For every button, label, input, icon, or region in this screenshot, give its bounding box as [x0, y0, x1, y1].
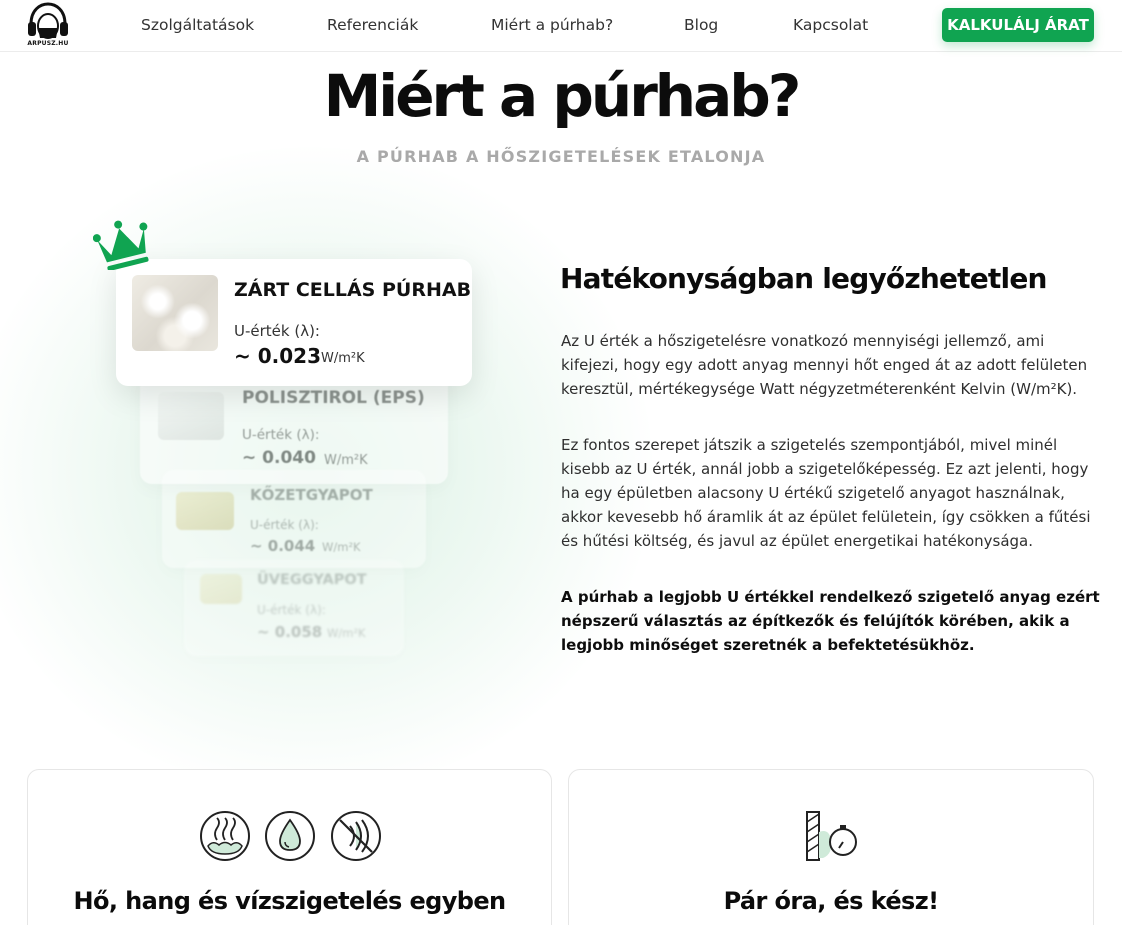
material-card-purhab: ZÁRT CELLÁS PÚRHAB U-érték (λ): ~ 0.023 … [116, 259, 472, 386]
heat-insulation-icon [200, 811, 250, 861]
feature-card-insulation: Hő, hang és vízszigetelés egyben [27, 769, 552, 925]
site-header: ARPUSZ.HU Szolgáltatások Referenciák Mié… [0, 0, 1122, 52]
material-card-kozetgyapot: KŐZETGYAPOT U-érték (λ): ~ 0.044 W/m²K [162, 470, 426, 568]
nav-item-kapcsolat[interactable]: Kapcsolat [793, 16, 868, 34]
feature-title: Pár óra, és kész! [723, 887, 939, 915]
page-title: Miért a púrhab? [323, 62, 802, 130]
purhab-image [132, 275, 218, 351]
paragraph-conclusion: A púrhab a legjobb U értékkel rendelkező… [561, 588, 1100, 654]
feature-card-fast: Pár óra, és kész! [568, 769, 1094, 925]
u-value: ~ 0.058 [257, 623, 323, 641]
polisztirol-image [158, 392, 224, 440]
material-name: ÜVEGGYAPOT [257, 572, 367, 588]
logo-text: ARPUSZ.HU [27, 40, 69, 47]
u-value-unit: W/m²K [321, 351, 365, 366]
u-value-label: U-érték (λ): [242, 427, 320, 443]
u-value-unit: W/m²K [327, 626, 366, 640]
material-name: KŐZETGYAPOT [250, 486, 373, 504]
nav-item-miert-a-purhab[interactable]: Miért a púrhab? [491, 16, 613, 34]
crown-icon [93, 220, 149, 270]
wall-timer-icon [806, 811, 857, 861]
nav-item-referenciak[interactable]: Referenciák [327, 16, 418, 34]
u-value-label: U-érték (λ): [250, 518, 319, 532]
sound-blocked-icon [331, 811, 381, 861]
material-name: ZÁRT CELLÁS PÚRHAB [234, 279, 472, 301]
u-value: ~ 0.023 [234, 344, 321, 368]
uveggyapot-image [200, 574, 242, 604]
u-value-label: U-érték (λ): [257, 603, 326, 617]
material-name: POLISZTIROL (EPS) [242, 388, 425, 408]
nav-item-blog[interactable]: Blog [684, 16, 718, 34]
paragraph-u-value: Az U érték a hőszigetelésre vonatkozó me… [561, 332, 1088, 398]
water-drop-icon [265, 811, 315, 861]
material-card-polisztirol: POLISZTIROL (EPS) U-érték (λ): ~ 0.040 W… [140, 370, 448, 484]
nav-item-szolgaltatasok[interactable]: Szolgáltatások [141, 16, 254, 34]
u-value: ~ 0.040 [242, 448, 316, 468]
section-heading: Hatékonyságban legyőzhetetlen [560, 262, 1047, 295]
u-value-label: U-érték (λ): [234, 322, 320, 340]
u-value: ~ 0.044 [250, 537, 316, 555]
kozetgyapot-image [176, 492, 234, 530]
feature-title: Hő, hang és vízszigetelés egyben [73, 887, 507, 915]
page-subtitle: A PÚRHAB A HŐSZIGETELÉSEK ETALONJA [356, 147, 766, 166]
u-value-unit: W/m²K [322, 540, 361, 554]
u-value-unit: W/m²K [324, 453, 368, 468]
material-card-uveggyapot: ÜVEGGYAPOT U-érték (λ): ~ 0.058 W/m²K [184, 560, 404, 656]
paragraph-importance: Ez fontos szerepet játszik a szigetelés … [561, 436, 1091, 550]
calculate-price-button[interactable]: KALKULÁLJ ÁRAT [942, 8, 1094, 42]
